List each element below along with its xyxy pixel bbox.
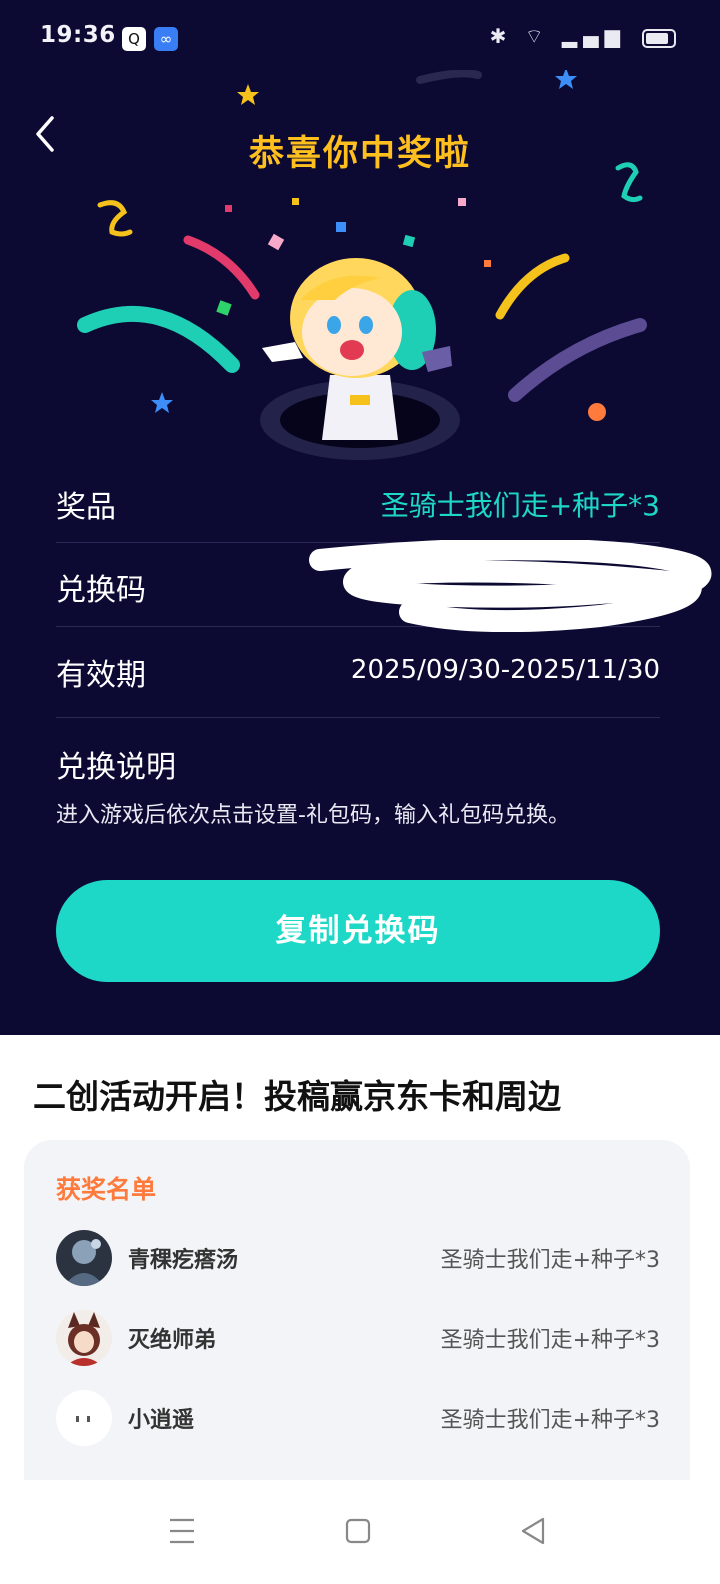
redeem-code-label: 兑换码: [56, 573, 146, 608]
cloud-notification-icon: ∞: [154, 27, 178, 51]
winner-row: 青稞疙瘩汤 圣骑士我们走+种子*3: [54, 1228, 660, 1288]
validity-value: 2025/09/30-2025/11/30: [350, 655, 660, 685]
battery-icon: [642, 29, 676, 48]
divider: [56, 717, 660, 718]
winner-name: 灭绝师弟: [128, 1328, 217, 1353]
instructions-title: 兑换说明: [56, 750, 176, 785]
redaction-scribble: [309, 540, 712, 632]
prize-value: 圣骑士我们走+种子*3: [380, 489, 660, 522]
status-time: 19:36: [40, 22, 116, 48]
system-nav-bar: [0, 1480, 720, 1584]
winner-prize: 圣骑士我们走+种子*3: [440, 1248, 660, 1273]
winner-row: 小逍遥 圣骑士我们走+种子*3: [54, 1388, 660, 1448]
winner-prize: 圣骑士我们走+种子*3: [440, 1328, 660, 1353]
prize-row: 奖品 圣骑士我们走+种子*3: [56, 480, 660, 525]
signal-wifi-icons: ✱ ⌔ ▂▄▆: [489, 24, 626, 48]
menu-icon[interactable]: [152, 1506, 212, 1556]
validity-label: 有效期: [56, 658, 146, 693]
winners-title: 获奖名单: [56, 1175, 157, 1204]
winners-card: 获奖名单 青稞疙瘩汤 圣骑士我们走+种子*3 灭绝师弟 圣骑士我们走+种子*3: [24, 1140, 690, 1485]
winner-row: 灭绝师弟 圣骑士我们走+种子*3: [54, 1308, 660, 1368]
prize-label: 奖品: [56, 490, 116, 525]
copy-code-button[interactable]: 复制兑换码: [56, 880, 660, 982]
avatar-fox-girl-icon: [56, 1310, 112, 1366]
winner-name: 小逍遥: [128, 1408, 195, 1433]
avatar-dark-character-icon: [56, 1230, 112, 1286]
back-triangle-icon[interactable]: [503, 1506, 563, 1556]
status-bar: 19:36 Q ∞ ✱ ⌔ ▂▄▆: [0, 0, 720, 80]
activity-banner-title[interactable]: 二创活动开启！投稿赢京东卡和周边: [33, 1070, 561, 1118]
validity-row: 有效期 2025/09/30-2025/11/30: [56, 650, 660, 694]
home-square-icon[interactable]: [328, 1506, 388, 1556]
winner-prize: 圣骑士我们走+种子*3: [440, 1408, 660, 1433]
prize-hero-panel: 19:36 Q ∞ ✱ ⌔ ▂▄▆ 恭喜你中奖啦 奖品 圣骑士我们走+种子*3 …: [0, 0, 720, 1035]
winner-name: 青稞疙瘩汤: [128, 1248, 239, 1273]
qq-notification-icon: Q: [122, 27, 146, 51]
avatar-white-face-icon: [56, 1390, 112, 1446]
instructions-text: 进入游戏后依次点击设置-礼包码，输入礼包码兑换。: [56, 803, 570, 828]
congrats-title: 恭喜你中奖啦: [248, 134, 471, 174]
